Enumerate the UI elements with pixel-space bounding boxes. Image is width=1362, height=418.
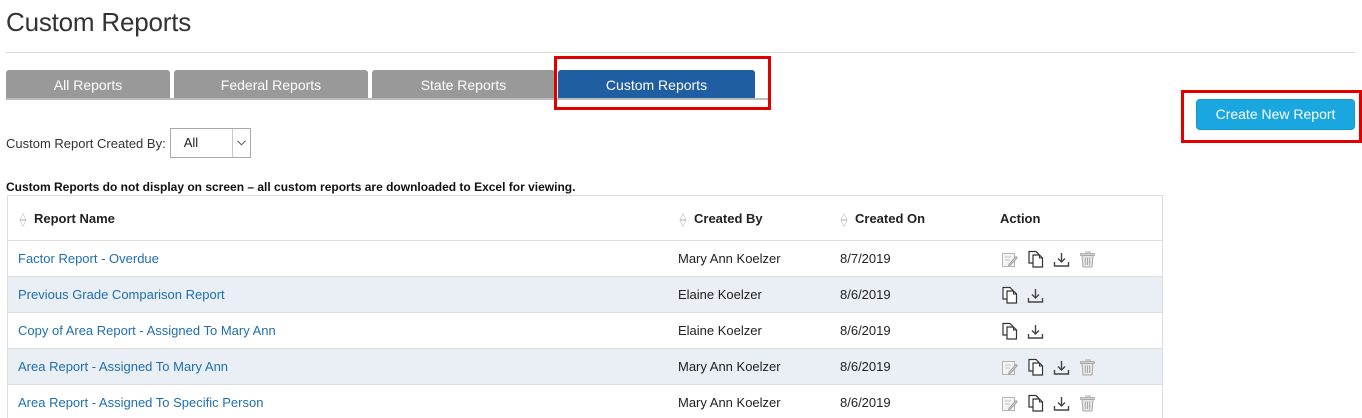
reports-table: △ ▽ Report Name △ ▽ Created By △ ▽ Created On …: [7, 195, 1163, 418]
chevron-down-icon: [231, 129, 250, 157]
table-header: △ ▽ Report Name △ ▽ Created By △ ▽ Created On …: [8, 196, 1162, 241]
edit-icon[interactable]: [1001, 250, 1018, 268]
created-on-cell: 8/6/2019: [840, 395, 891, 410]
download-icon[interactable]: [1053, 358, 1070, 376]
report-name-link[interactable]: Previous Grade Comparison Report: [18, 277, 225, 313]
table-row: Factor Report - Overdue Mary Ann Koelzer 8…: [8, 241, 1162, 277]
edit-icon[interactable]: [1001, 394, 1018, 412]
report-name-link[interactable]: Area Report - Assigned To Mary Ann: [18, 349, 228, 385]
tab-underline: [6, 98, 770, 100]
download-icon[interactable]: [1027, 322, 1044, 340]
row-actions: [1001, 349, 1105, 385]
created-by-label: Custom Report Created By:: [6, 135, 166, 151]
row-actions: [1001, 241, 1105, 277]
row-actions: [1001, 277, 1053, 313]
tab-state-reports[interactable]: State Reports: [372, 70, 555, 99]
created-on-cell: 8/6/2019: [840, 359, 891, 374]
table-body: Factor Report - Overdue Mary Ann Koelzer 8…: [8, 241, 1162, 418]
created-on-cell: 8/6/2019: [840, 287, 891, 302]
created-by-cell: Mary Ann Koelzer: [678, 395, 781, 410]
row-actions: [1001, 313, 1053, 349]
sort-icon: △ ▽: [679, 210, 687, 228]
copy-icon[interactable]: [1001, 286, 1018, 304]
column-report-name[interactable]: △ ▽ Report Name: [18, 196, 115, 241]
copy-icon[interactable]: [1001, 322, 1018, 340]
created-by-cell: Mary Ann Koelzer: [678, 359, 781, 374]
row-actions: [1001, 385, 1105, 418]
report-name-link[interactable]: Factor Report - Overdue: [18, 241, 159, 277]
table-row: Area Report - Assigned To Specific Perso…: [8, 385, 1162, 418]
edit-icon[interactable]: [1001, 358, 1018, 376]
table-row: Area Report - Assigned To Mary Ann Mary A…: [8, 349, 1162, 385]
created-by-select[interactable]: All: [169, 128, 251, 158]
copy-icon[interactable]: [1027, 394, 1044, 412]
copy-icon[interactable]: [1027, 358, 1044, 376]
created-by-filter: Custom Report Created By: All: [6, 128, 251, 158]
table-row: Copy of Area Report - Assigned To Mary A…: [8, 313, 1162, 349]
sort-icon: △ ▽: [19, 210, 27, 228]
sort-icon: △ ▽: [840, 210, 848, 228]
download-icon[interactable]: [1027, 286, 1044, 304]
column-label: Created On: [855, 211, 926, 226]
page-title: Custom Reports: [6, 7, 192, 37]
column-action: Action: [1000, 211, 1041, 226]
download-notice: Custom Reports do not display on screen …: [6, 180, 576, 194]
tab-federal-reports[interactable]: Federal Reports: [174, 70, 368, 99]
download-icon[interactable]: [1053, 394, 1070, 412]
create-new-report-button[interactable]: Create New Report: [1196, 99, 1355, 130]
trash-icon[interactable]: [1079, 394, 1096, 412]
download-icon[interactable]: [1053, 250, 1070, 268]
tab-custom-reports[interactable]: Custom Reports: [558, 70, 755, 99]
created-by-selected-value: All: [183, 135, 199, 150]
created-on-cell: 8/6/2019: [840, 323, 891, 338]
column-label: Report Name: [34, 211, 115, 226]
created-on-cell: 8/7/2019: [840, 251, 891, 266]
tab-all-reports[interactable]: All Reports: [6, 70, 170, 99]
trash-icon[interactable]: [1079, 250, 1096, 268]
report-name-link[interactable]: Area Report - Assigned To Specific Perso…: [18, 385, 263, 418]
column-created-by[interactable]: △ ▽ Created By: [678, 196, 763, 241]
created-by-cell: Mary Ann Koelzer: [678, 251, 781, 266]
column-label: Created By: [694, 211, 763, 226]
report-name-link[interactable]: Copy of Area Report - Assigned To Mary A…: [18, 313, 276, 349]
title-divider: [6, 52, 1355, 53]
column-created-on[interactable]: △ ▽ Created On: [839, 196, 926, 241]
copy-icon[interactable]: [1027, 250, 1044, 268]
trash-icon[interactable]: [1079, 358, 1096, 376]
table-row: Previous Grade Comparison Report Elaine K…: [8, 277, 1162, 313]
created-by-cell: Elaine Koelzer: [678, 287, 762, 302]
created-by-cell: Elaine Koelzer: [678, 323, 762, 338]
